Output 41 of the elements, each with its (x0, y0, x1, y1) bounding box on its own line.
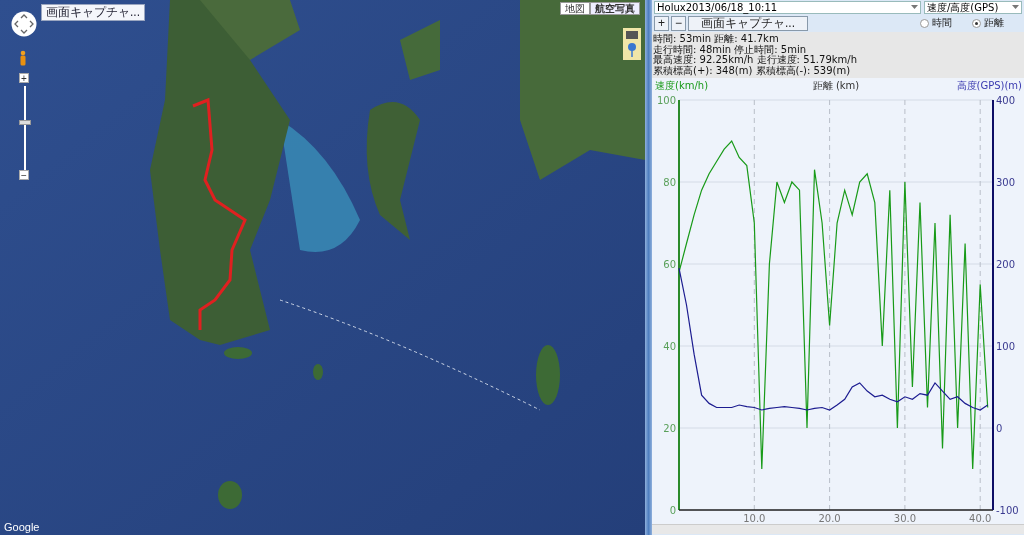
y-axis-title: 高度(GPS)(m) (956, 80, 1022, 91)
y-axis-title: 速度(km/h) (655, 80, 709, 91)
y-tick-label: 200 (996, 259, 1016, 270)
y-tick-label: -100 (996, 505, 1019, 516)
y-tick-label: 0 (669, 505, 676, 516)
screen-capture-button[interactable]: 画面キャプチャ... (41, 4, 145, 21)
y-tick-label: 0 (996, 423, 1003, 434)
remove-button[interactable]: − (671, 15, 687, 31)
add-button[interactable]: + (654, 15, 669, 31)
y-tick-label: 40 (663, 341, 676, 352)
y-tick-label: 20 (663, 423, 676, 434)
map-type-button[interactable]: 地図 (560, 2, 590, 15)
x-axis-radio[interactable]: 距離 (972, 16, 1004, 30)
zoom-out-button[interactable]: − (19, 170, 29, 180)
x-axis-radio[interactable]: 時間 (920, 16, 952, 30)
track-dropdown[interactable]: Holux2013/06/18_10:11 (654, 1, 921, 14)
stats-line: 累積標高(+): 348(m) 累積標高(-): 539(m) (653, 65, 851, 76)
y-tick-label: 100 (656, 95, 676, 106)
y-tick-label: 100 (996, 341, 1016, 352)
map-logo: Google (4, 521, 40, 533)
x-axis-title: 距離 (km) (812, 80, 860, 91)
y-tick-label: 300 (996, 177, 1016, 188)
stats-line: 時間: 53min 距離: 41.7km (653, 34, 780, 44)
x-tick-label: 30.0 (893, 513, 917, 524)
map-type-button[interactable]: 航空写真 (590, 2, 640, 15)
x-tick-label: 20.0 (818, 513, 841, 524)
map-marker-icon[interactable] (623, 28, 641, 60)
y-tick-label: 60 (663, 259, 676, 270)
caret-icon (911, 5, 918, 10)
x-tick-label: 10.0 (743, 513, 766, 524)
horizontal-scrollbar[interactable] (652, 524, 1024, 534)
person-icon[interactable] (18, 50, 28, 66)
y-tick-label: 80 (663, 177, 676, 188)
x-tick-label: 40.0 (969, 513, 992, 524)
y-tick-label: 400 (996, 95, 1016, 106)
pan-control-icon[interactable] (11, 11, 37, 37)
zoom-in-button[interactable]: + (19, 73, 29, 83)
caret-icon (1012, 5, 1019, 10)
stats-line: 走行時間: 48min 停止時間: 5min (653, 44, 808, 55)
graph-type-dropdown[interactable]: 速度/高度(GPS) (924, 1, 1022, 14)
screen-capture-button[interactable]: 画面キャプチャ... (688, 15, 809, 31)
